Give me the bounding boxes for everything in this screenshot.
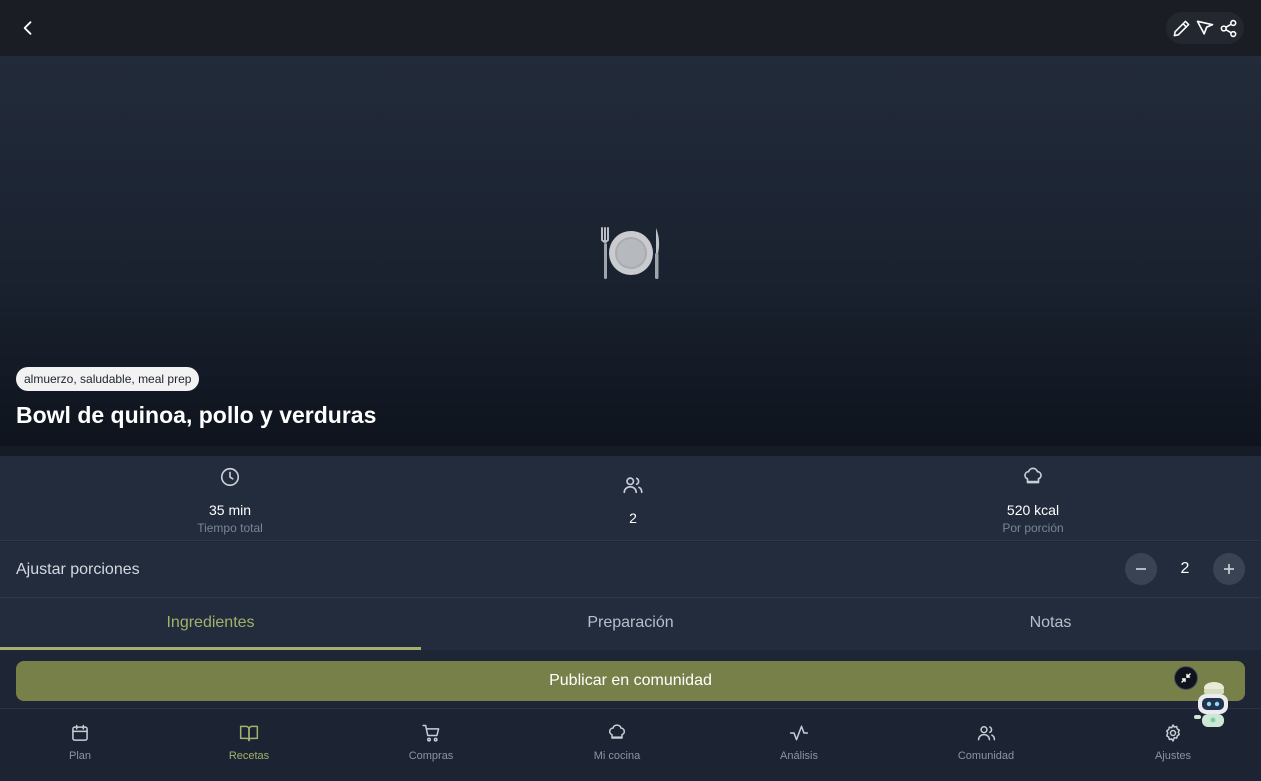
chef-hat-icon <box>1024 467 1042 484</box>
pencil-icon <box>1173 20 1190 36</box>
share-icon <box>1220 19 1237 37</box>
nav-comunidad[interactable]: Comunidad <box>931 723 1041 762</box>
recipe-stats: 35 min Tiempo total 2 520 kcal Por porci… <box>0 456 1261 541</box>
nav-comunidad-label: Comunidad <box>957 750 1015 762</box>
nav-plan[interactable]: Plan <box>25 723 135 762</box>
plate-utensils-icon <box>598 224 664 284</box>
nav-ajustes-label: Ajustes <box>1154 750 1192 762</box>
time-label: Tiempo total <box>197 521 263 535</box>
nav-mi-cocina[interactable]: Mi cocina <box>562 723 672 762</box>
assistant-robot-icon[interactable] <box>1190 680 1234 730</box>
nav-analisis-label: Análisis <box>780 750 818 762</box>
calories-label: Por porción <box>1002 521 1064 535</box>
calendar-icon <box>72 724 88 741</box>
users-icon <box>977 726 995 741</box>
nav-plan-label: Plan <box>68 750 92 762</box>
increase-portions-button[interactable] <box>1213 553 1245 585</box>
tab-ingredientes[interactable]: Ingredientes <box>0 598 421 650</box>
time-value: 35 min <box>208 502 252 518</box>
stat-calories: 520 kcal Por porción <box>933 466 1133 535</box>
portions-adjuster: Ajustar porciones 2 <box>0 542 1261 598</box>
nav-analisis[interactable]: Análisis <box>744 723 854 762</box>
recipe-tabs: Ingredientes Preparación Notas <box>0 598 1261 650</box>
back-button[interactable] <box>12 12 44 44</box>
nav-mi-cocina-label: Mi cocina <box>593 750 641 762</box>
recipe-tags: almuerzo, saludable, meal prep <box>16 367 200 391</box>
book-icon <box>239 725 259 742</box>
portions-label: Ajustar porciones <box>16 561 140 578</box>
gear-icon <box>1166 724 1180 742</box>
publish-community-button[interactable]: Publicar en comunidad <box>16 661 1245 701</box>
chef-hat-icon <box>608 724 626 739</box>
minus-icon <box>1136 568 1146 570</box>
servings-value: 2 <box>629 510 637 526</box>
calories-value: 520 kcal <box>1006 502 1060 518</box>
stat-servings: 2 <box>533 474 733 526</box>
top-bar <box>0 0 1261 56</box>
header-actions <box>1166 12 1244 44</box>
tab-preparacion[interactable]: Preparación <box>420 598 841 650</box>
pointer-button[interactable] <box>1193 16 1216 40</box>
share-button[interactable] <box>1217 16 1240 40</box>
cart-icon <box>421 724 439 742</box>
stat-time: 35 min Tiempo total <box>130 466 330 535</box>
users-icon <box>623 477 643 494</box>
section-divider <box>0 446 1261 456</box>
decrease-portions-button[interactable] <box>1125 553 1157 585</box>
nav-compras-label: Compras <box>408 750 454 762</box>
tab-notas[interactable]: Notas <box>840 598 1261 650</box>
nav-recetas-label: Recetas <box>228 750 270 762</box>
nav-compras[interactable]: Compras <box>376 723 486 762</box>
cursor-icon <box>1196 20 1214 35</box>
recipe-hero: almuerzo, saludable, meal prep Bowl de q… <box>0 56 1261 454</box>
clock-icon <box>220 467 240 487</box>
recipe-title: Bowl de quinoa, pollo y verduras <box>16 402 377 428</box>
chevron-left-icon <box>23 21 32 35</box>
activity-icon <box>789 725 809 741</box>
portions-count: 2 <box>1180 560 1190 577</box>
edit-button[interactable] <box>1170 16 1193 40</box>
bottom-navigation: Plan Recetas Compras Mi cocina Análisis … <box>0 708 1261 781</box>
nav-recetas[interactable]: Recetas <box>194 723 304 762</box>
plus-icon <box>1224 564 1234 574</box>
